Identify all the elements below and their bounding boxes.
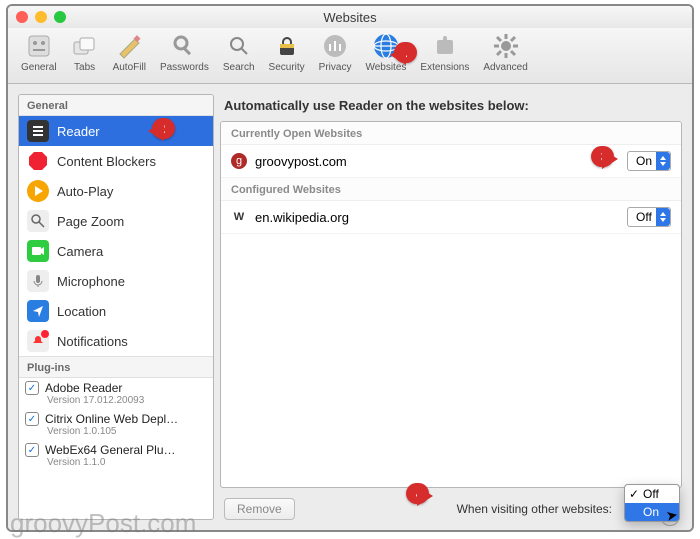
zoom-window-button[interactable]	[54, 11, 66, 23]
stop-icon	[27, 150, 49, 172]
preferences-toolbar: General Tabs AutoFill Passwords Search S…	[8, 28, 692, 84]
notification-badge-dot	[41, 330, 49, 338]
sidebar-section-plugins: Plug-ins	[19, 356, 213, 378]
toolbar-passwords[interactable]: Passwords	[155, 32, 214, 73]
plugin-item-webex[interactable]: ✓ WebEx64 General Plu… Version 1.1.0	[19, 440, 213, 471]
camera-icon	[27, 240, 49, 262]
watermark: groovyPost.com	[10, 508, 196, 539]
callout-2: 2	[152, 118, 175, 139]
plugin-checkbox[interactable]: ✓	[25, 443, 39, 457]
sidebar-item-reader[interactable]: Reader	[19, 116, 213, 146]
sidebar-item-label: Camera	[57, 244, 103, 259]
close-window-button[interactable]	[16, 11, 28, 23]
toolbar-search[interactable]: Search	[218, 32, 260, 73]
zoom-icon	[27, 210, 49, 232]
sidebar-section-general: General	[19, 95, 213, 116]
titlebar: Websites	[8, 6, 692, 28]
toolbar-extensions[interactable]: Extensions	[415, 32, 474, 73]
callout-4: 4	[406, 483, 429, 504]
sidebar-item-notifications[interactable]: Notifications	[19, 326, 213, 356]
sidebar-item-page-zoom[interactable]: Page Zoom	[19, 206, 213, 236]
sidebar-item-microphone[interactable]: Microphone	[19, 266, 213, 296]
sidebar-item-location[interactable]: Location	[19, 296, 213, 326]
sidebar-item-label: Notifications	[57, 334, 128, 349]
sidebar-item-content-blockers[interactable]: Content Blockers	[19, 146, 213, 176]
select-stepper-icon	[656, 208, 670, 226]
location-icon	[27, 300, 49, 322]
sidebar: General Reader Content Blockers Auto-Pla…	[18, 94, 214, 520]
plugin-name: WebEx64 General Plu…	[45, 443, 176, 457]
reader-setting-select[interactable]: On	[627, 151, 671, 171]
toolbar-security[interactable]: Security	[264, 32, 310, 73]
sidebar-item-camera[interactable]: Camera	[19, 236, 213, 266]
dropdown-option-off[interactable]: Off	[625, 485, 679, 503]
plugin-item-adobe-reader[interactable]: ✓ Adobe Reader Version 17.012.20093	[19, 378, 213, 409]
preferences-window: Websites General Tabs AutoFill Passwords…	[6, 4, 694, 532]
sidebar-item-auto-play[interactable]: Auto-Play	[19, 176, 213, 206]
toolbar-autofill[interactable]: AutoFill	[108, 32, 151, 73]
minimize-window-button[interactable]	[35, 11, 47, 23]
bottom-bar: Remove When visiting other websites:	[220, 488, 682, 520]
window-title: Websites	[8, 10, 692, 25]
bell-icon	[27, 330, 49, 352]
sidebar-item-label: Content Blockers	[57, 154, 156, 169]
other-websites-label: When visiting other websites:	[457, 502, 612, 516]
website-row-wikipedia[interactable]: W en.wikipedia.org Off	[221, 201, 681, 234]
plugin-checkbox[interactable]: ✓	[25, 381, 39, 395]
plugin-name: Citrix Online Web Depl…	[45, 412, 178, 426]
plugin-name: Adobe Reader	[45, 381, 122, 395]
site-favicon: g	[231, 153, 247, 169]
websites-list: Currently Open Websites g groovypost.com…	[220, 121, 682, 488]
sidebar-item-label: Auto-Play	[57, 184, 113, 199]
play-icon	[27, 180, 49, 202]
toolbar-tabs[interactable]: Tabs	[66, 32, 104, 73]
plugin-item-citrix[interactable]: ✓ Citrix Online Web Depl… Version 1.0.105	[19, 409, 213, 440]
sidebar-item-label: Reader	[57, 124, 100, 139]
plugin-version: Version 17.012.20093	[47, 395, 207, 406]
toolbar-general[interactable]: General	[16, 32, 62, 73]
plugin-version: Version 1.0.105	[47, 426, 207, 437]
sidebar-item-label: Location	[57, 304, 106, 319]
site-name: en.wikipedia.org	[255, 210, 619, 225]
site-name: groovypost.com	[255, 154, 619, 169]
toolbar-advanced[interactable]: Advanced	[478, 32, 532, 73]
main-heading: Automatically use Reader on the websites…	[220, 94, 682, 121]
microphone-icon	[27, 270, 49, 292]
reader-setting-select[interactable]: Off	[627, 207, 671, 227]
select-stepper-icon	[656, 152, 670, 170]
sidebar-item-label: Microphone	[57, 274, 125, 289]
reader-icon	[27, 120, 49, 142]
callout-1: 1	[394, 42, 417, 63]
remove-button[interactable]: Remove	[224, 498, 295, 520]
plugin-version: Version 1.1.0	[47, 457, 207, 468]
toolbar-privacy[interactable]: Privacy	[314, 32, 357, 73]
site-favicon: W	[231, 209, 247, 225]
group-open-websites: Currently Open Websites	[221, 122, 681, 145]
plugin-checkbox[interactable]: ✓	[25, 412, 39, 426]
content-area: General Reader Content Blockers Auto-Pla…	[8, 84, 692, 530]
callout-3: 3	[591, 146, 614, 167]
sidebar-item-label: Page Zoom	[57, 214, 124, 229]
group-configured-websites: Configured Websites	[221, 178, 681, 201]
